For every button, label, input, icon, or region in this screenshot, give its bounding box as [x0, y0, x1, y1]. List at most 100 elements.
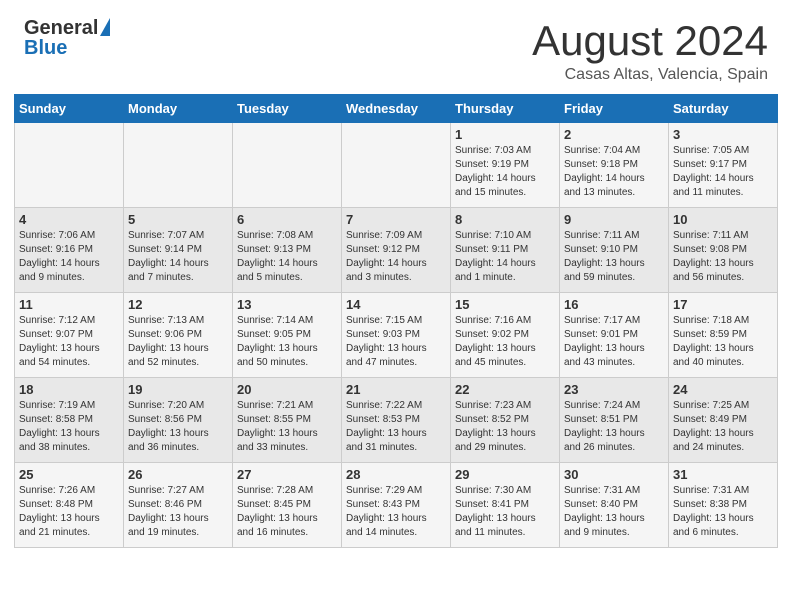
day-header-monday: Monday [124, 95, 233, 123]
day-info: Sunrise: 7:05 AM Sunset: 9:17 PM Dayligh… [673, 144, 773, 200]
day-info: Sunrise: 7:12 AM Sunset: 9:07 PM Dayligh… [19, 314, 119, 370]
calendar-cell: 20 Sunrise: 7:21 AM Sunset: 8:55 PM Dayli… [233, 378, 342, 463]
day-number: 9 [564, 212, 664, 227]
header-row: SundayMondayTuesdayWednesdayThursdayFrid… [15, 95, 778, 123]
day-info: Sunrise: 7:24 AM Sunset: 8:51 PM Dayligh… [564, 399, 664, 455]
day-number: 31 [673, 467, 773, 482]
day-number: 11 [19, 297, 119, 312]
calendar-cell: 24Sunrise: 7:25 AM Sunset: 8:49 PM Dayli… [669, 378, 778, 463]
day-number: 20 [237, 382, 337, 397]
calendar-table: SundayMondayTuesdayWednesdayThursdayFrid… [14, 94, 778, 548]
day-number: 18 [19, 382, 119, 397]
calendar-cell [15, 123, 124, 208]
day-info: Sunrise: 7:09 AM Sunset: 9:12 PM Dayligh… [346, 229, 446, 285]
day-info: Sunrise: 7:04 AM Sunset: 9:18 PM Dayligh… [564, 144, 664, 200]
week-row-3: 11 Sunrise: 7:12 AM Sunset: 9:07 PM Dayli… [15, 293, 778, 378]
calendar-cell: 19 Sunrise: 7:20 AM Sunset: 8:56 PM Dayli… [124, 378, 233, 463]
day-info: Sunrise: 7:21 AM Sunset: 8:55 PM Dayligh… [237, 399, 337, 455]
day-info: Sunrise: 7:26 AM Sunset: 8:48 PM Dayligh… [19, 484, 119, 540]
day-number: 17 [673, 297, 773, 312]
day-header-saturday: Saturday [669, 95, 778, 123]
day-info: Sunrise: 7:30 AM Sunset: 8:41 PM Dayligh… [455, 484, 555, 540]
week-row-4: 18 Sunrise: 7:19 AM Sunset: 8:58 PM Dayli… [15, 378, 778, 463]
day-info: Sunrise: 7:13 AM Sunset: 9:06 PM Dayligh… [128, 314, 228, 370]
day-number: 28 [346, 467, 446, 482]
logo: General Blue [24, 18, 110, 58]
page-title: August 2024 [532, 18, 768, 64]
day-number: 30 [564, 467, 664, 482]
day-info: Sunrise: 7:10 AM Sunset: 9:11 PM Dayligh… [455, 229, 555, 285]
day-number: 24 [673, 382, 773, 397]
calendar-cell: 4 Sunrise: 7:06 AM Sunset: 9:16 PM Daylig… [15, 208, 124, 293]
calendar-cell [342, 123, 451, 208]
day-header-tuesday: Tuesday [233, 95, 342, 123]
calendar-cell: 16Sunrise: 7:17 AM Sunset: 9:01 PM Dayli… [560, 293, 669, 378]
calendar-cell: 11 Sunrise: 7:12 AM Sunset: 9:07 PM Dayli… [15, 293, 124, 378]
calendar-cell: 28 Sunrise: 7:29 AM Sunset: 8:43 PM Dayli… [342, 463, 451, 548]
day-number: 5 [128, 212, 228, 227]
calendar-cell [124, 123, 233, 208]
day-number: 3 [673, 127, 773, 142]
calendar-cell: 26Sunrise: 7:27 AM Sunset: 8:46 PM Dayli… [124, 463, 233, 548]
calendar-cell: 12 Sunrise: 7:13 AM Sunset: 9:06 PM Dayli… [124, 293, 233, 378]
day-info: Sunrise: 7:06 AM Sunset: 9:16 PM Dayligh… [19, 229, 119, 285]
day-info: Sunrise: 7:19 AM Sunset: 8:58 PM Dayligh… [19, 399, 119, 455]
day-info: Sunrise: 7:18 AM Sunset: 8:59 PM Dayligh… [673, 314, 773, 370]
day-number: 12 [128, 297, 228, 312]
day-number: 6 [237, 212, 337, 227]
day-number: 15 [455, 297, 555, 312]
logo-general-text: General [24, 18, 98, 38]
page-subtitle: Casas Altas, Valencia, Spain [532, 66, 768, 84]
calendar-cell: 14Sunrise: 7:15 AM Sunset: 9:03 PM Dayli… [342, 293, 451, 378]
day-number: 8 [455, 212, 555, 227]
calendar-cell: 21 Sunrise: 7:22 AM Sunset: 8:53 PM Dayli… [342, 378, 451, 463]
calendar-cell [233, 123, 342, 208]
day-info: Sunrise: 7:16 AM Sunset: 9:02 PM Dayligh… [455, 314, 555, 370]
day-info: Sunrise: 7:20 AM Sunset: 8:56 PM Dayligh… [128, 399, 228, 455]
day-info: Sunrise: 7:17 AM Sunset: 9:01 PM Dayligh… [564, 314, 664, 370]
day-number: 7 [346, 212, 446, 227]
day-number: 23 [564, 382, 664, 397]
day-info: Sunrise: 7:29 AM Sunset: 8:43 PM Dayligh… [346, 484, 446, 540]
day-info: Sunrise: 7:07 AM Sunset: 9:14 PM Dayligh… [128, 229, 228, 285]
day-header-thursday: Thursday [451, 95, 560, 123]
day-number: 22 [455, 382, 555, 397]
page-header: General Blue August 2024 Casas Altas, Va… [0, 0, 792, 94]
day-header-friday: Friday [560, 95, 669, 123]
calendar-cell: 8 Sunrise: 7:10 AM Sunset: 9:11 PM Daylig… [451, 208, 560, 293]
calendar-cell: 2 Sunrise: 7:04 AM Sunset: 9:18 PM Daylig… [560, 123, 669, 208]
calendar-cell: 6Sunrise: 7:08 AM Sunset: 9:13 PM Daylig… [233, 208, 342, 293]
day-number: 19 [128, 382, 228, 397]
title-area: August 2024 Casas Altas, Valencia, Spain [532, 18, 768, 84]
calendar-cell: 31Sunrise: 7:31 AM Sunset: 8:38 PM Dayli… [669, 463, 778, 548]
calendar-cell: 30Sunrise: 7:31 AM Sunset: 8:40 PM Dayli… [560, 463, 669, 548]
calendar-cell: 9 Sunrise: 7:11 AM Sunset: 9:10 PM Daylig… [560, 208, 669, 293]
calendar-cell: 13 Sunrise: 7:14 AM Sunset: 9:05 PM Dayli… [233, 293, 342, 378]
day-header-wednesday: Wednesday [342, 95, 451, 123]
calendar-cell: 29 Sunrise: 7:30 AM Sunset: 8:41 PM Dayli… [451, 463, 560, 548]
day-header-sunday: Sunday [15, 95, 124, 123]
calendar-cell: 25 Sunrise: 7:26 AM Sunset: 8:48 PM Dayli… [15, 463, 124, 548]
calendar-cell: 5 Sunrise: 7:07 AM Sunset: 9:14 PM Daylig… [124, 208, 233, 293]
calendar-cell: 15 Sunrise: 7:16 AM Sunset: 9:02 PM Dayli… [451, 293, 560, 378]
day-info: Sunrise: 7:14 AM Sunset: 9:05 PM Dayligh… [237, 314, 337, 370]
day-number: 21 [346, 382, 446, 397]
day-info: Sunrise: 7:11 AM Sunset: 9:10 PM Dayligh… [564, 229, 664, 285]
day-number: 14 [346, 297, 446, 312]
day-number: 10 [673, 212, 773, 227]
day-number: 4 [19, 212, 119, 227]
logo-blue-text: Blue [24, 38, 67, 58]
calendar-cell: 1Sunrise: 7:03 AM Sunset: 9:19 PM Daylig… [451, 123, 560, 208]
calendar-cell: 3 Sunrise: 7:05 AM Sunset: 9:17 PM Daylig… [669, 123, 778, 208]
day-number: 13 [237, 297, 337, 312]
calendar-body: 1Sunrise: 7:03 AM Sunset: 9:19 PM Daylig… [15, 123, 778, 548]
day-info: Sunrise: 7:22 AM Sunset: 8:53 PM Dayligh… [346, 399, 446, 455]
day-number: 2 [564, 127, 664, 142]
day-number: 25 [19, 467, 119, 482]
calendar-cell: 10Sunrise: 7:11 AM Sunset: 9:08 PM Dayli… [669, 208, 778, 293]
calendar-cell: 17 Sunrise: 7:18 AM Sunset: 8:59 PM Dayli… [669, 293, 778, 378]
day-number: 29 [455, 467, 555, 482]
calendar-cell: 18 Sunrise: 7:19 AM Sunset: 8:58 PM Dayli… [15, 378, 124, 463]
day-number: 1 [455, 127, 555, 142]
calendar-cell: 22Sunrise: 7:23 AM Sunset: 8:52 PM Dayli… [451, 378, 560, 463]
